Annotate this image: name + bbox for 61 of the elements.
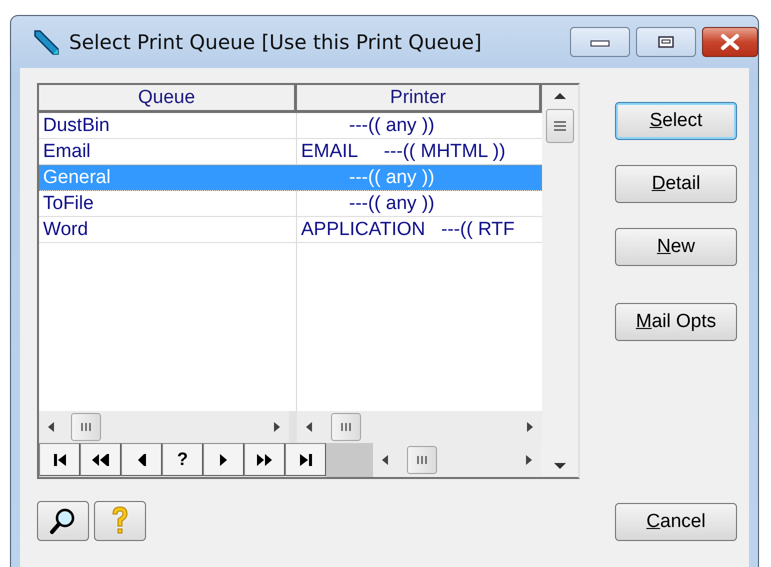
table-row[interactable]: ToFile ---(( any )) [39, 191, 542, 217]
scroll-thumb[interactable] [546, 109, 574, 143]
left-arrow-icon [138, 452, 146, 468]
dialog-button[interactable]: Select [615, 102, 737, 140]
scroll-thumb[interactable] [407, 446, 437, 474]
grid-filler [289, 411, 297, 443]
printer-cell-text: APPLICATION ---(( RTF [300, 218, 516, 242]
scroll-thumb[interactable] [71, 413, 101, 441]
queue-cell-text: Email [42, 140, 92, 164]
printer-cell-text: EMAIL ---(( MHTML )) [300, 140, 506, 164]
cancel-button[interactable]: Cancel [615, 503, 737, 541]
left-arrow-icon [305, 421, 313, 433]
queue-cell-text: General [42, 166, 112, 190]
grip-icon [416, 454, 428, 464]
navigator-button[interactable] [39, 443, 80, 476]
right-arrow-icon [525, 454, 533, 466]
search-icon [49, 507, 77, 535]
queue-cell-text: ToFile [42, 192, 95, 216]
printer-cell-text: ---(( any )) [348, 114, 436, 138]
window-title: Select Print Queue [Use this Print Queue] [69, 30, 483, 54]
double-left-arrow-icon [92, 452, 109, 468]
navigator-button[interactable] [244, 443, 285, 476]
column-header[interactable]: Printer [297, 85, 542, 113]
navigator-button[interactable] [285, 443, 326, 476]
right-arrow-icon [526, 421, 534, 433]
maximize-button[interactable] [636, 27, 696, 57]
grip-icon [553, 120, 567, 132]
navigator-button[interactable] [80, 443, 121, 476]
scroll-thumb[interactable] [331, 413, 361, 441]
last-record-icon [300, 452, 312, 468]
printer-cell-text: ---(( any )) [348, 166, 436, 190]
close-icon [720, 33, 740, 51]
queue-cell-text: Word [42, 218, 90, 242]
table-row[interactable]: DustBin ---(( any )) [39, 113, 542, 139]
queue-cell-text: DustBin [42, 114, 111, 138]
navigator-button[interactable] [121, 443, 162, 476]
horizontal-scrollbar[interactable] [373, 443, 541, 476]
down-arrow-icon [553, 461, 567, 471]
up-arrow-icon [553, 91, 567, 101]
printer-cell-text: ---(( any )) [348, 192, 436, 216]
grip-icon [80, 422, 92, 432]
grid-filler [326, 443, 373, 477]
minimize-button[interactable] [570, 27, 630, 57]
close-button[interactable] [702, 27, 758, 57]
grip-icon [340, 422, 352, 432]
double-right-arrow-icon [257, 452, 272, 468]
first-record-icon [54, 452, 66, 468]
navigator-button[interactable] [203, 443, 244, 476]
table-row[interactable]: Word APPLICATION ---(( RTF [39, 217, 542, 243]
query-button[interactable]: ? [162, 443, 203, 476]
help-button[interactable] [94, 501, 146, 541]
left-arrow-icon [47, 421, 55, 433]
search-button[interactable] [37, 501, 89, 541]
dialog-button[interactable]: New [615, 228, 737, 266]
dialog-button[interactable]: Mail Opts [615, 303, 737, 341]
right-arrow-icon [273, 421, 281, 433]
dialog-button[interactable]: Detail [615, 165, 737, 203]
left-arrow-icon [381, 454, 389, 466]
maximize-icon [657, 35, 675, 49]
column-header[interactable]: Queue [39, 85, 297, 113]
right-arrow-icon [220, 452, 227, 468]
